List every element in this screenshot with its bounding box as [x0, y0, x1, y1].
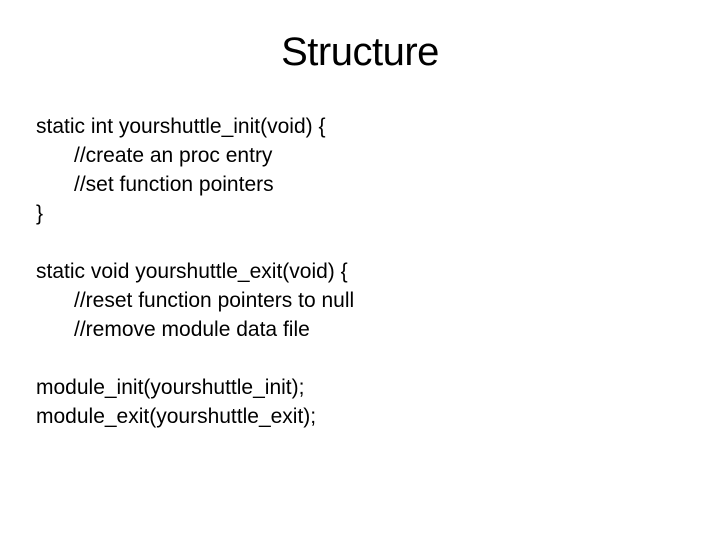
code-line: module_exit(yourshuttle_exit);	[36, 403, 684, 432]
code-line: //remove module data file	[36, 316, 684, 345]
code-line: static int yourshuttle_init(void) {	[36, 113, 684, 142]
code-line: static void yourshuttle_exit(void) {	[36, 258, 684, 287]
code-line: module_init(yourshuttle_init);	[36, 374, 684, 403]
spacer	[36, 345, 684, 374]
slide-title: Structure	[36, 30, 684, 75]
spacer	[36, 229, 684, 258]
code-line: }	[36, 200, 684, 229]
code-line: //reset function pointers to null	[36, 287, 684, 316]
code-line: //set function pointers	[36, 171, 684, 200]
code-line: //create an proc entry	[36, 142, 684, 171]
code-content: static int yourshuttle_init(void) { //cr…	[36, 113, 684, 432]
slide-container: Structure static int yourshuttle_init(vo…	[0, 0, 720, 540]
